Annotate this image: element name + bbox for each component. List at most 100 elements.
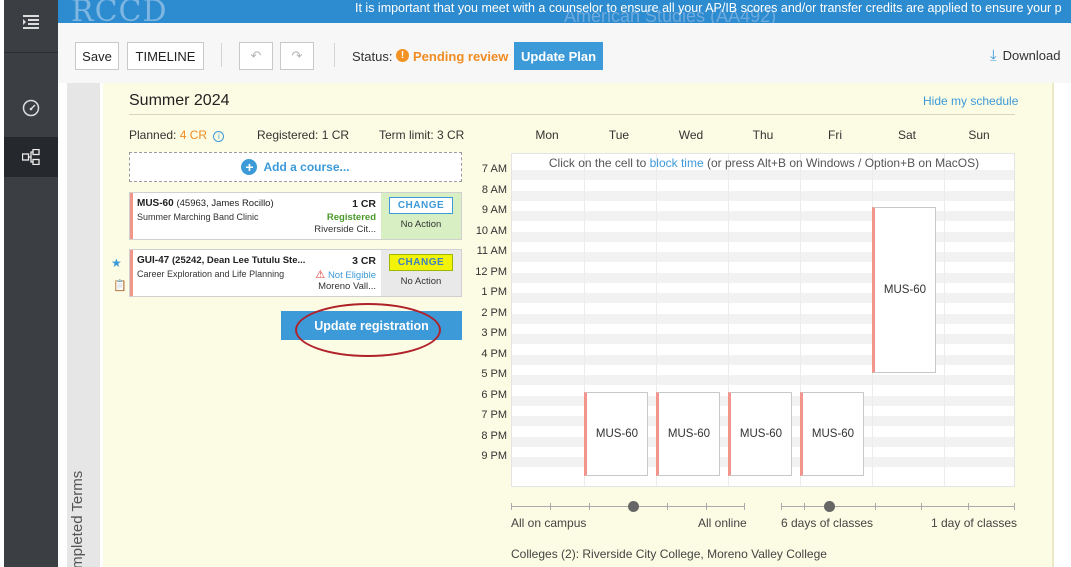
grid-row-shade xyxy=(512,334,1014,344)
course-credits: 3 CR xyxy=(352,255,376,267)
action-status: No Action xyxy=(400,219,442,230)
save-button[interactable]: Save xyxy=(75,42,119,70)
course-campus: Moreno Vall... xyxy=(318,281,376,292)
rail-divider xyxy=(4,52,58,53)
plus-icon: + xyxy=(241,159,258,175)
course-color-bar xyxy=(130,193,133,239)
hour-label: 8 AM xyxy=(481,183,507,196)
menu-list-icon[interactable] xyxy=(4,2,58,42)
grid-row-shade xyxy=(512,231,1014,242)
add-course-button[interactable]: + Add a course... xyxy=(129,152,462,182)
redo-icon: ↷ xyxy=(291,48,303,63)
day-header-sat: Sat xyxy=(897,128,916,142)
hour-label: 8 PM xyxy=(481,429,507,442)
slider-tick xyxy=(804,503,805,510)
course-action-area: CHANGE No Action xyxy=(381,193,461,239)
grid-row-shade xyxy=(512,375,1014,385)
change-button[interactable]: CHANGE xyxy=(389,197,453,214)
term-divider xyxy=(129,114,1015,115)
update-plan-button[interactable]: Update Plan xyxy=(514,42,603,70)
day-header-sun: Sun xyxy=(968,128,990,142)
grid-row-shade xyxy=(512,313,1014,324)
schedule-block[interactable]: MUS-60 xyxy=(656,391,720,476)
schedule-block[interactable]: MUS-60 xyxy=(800,391,864,476)
course-card[interactable]: MUS-60 (45963, James Rocillo) Summer Mar… xyxy=(129,192,462,240)
grid-row-shade xyxy=(512,354,1014,365)
schedule-block[interactable]: MUS-60 xyxy=(584,391,648,476)
course-detail: (25242, Dean Lee Tutulu Ste... xyxy=(172,255,306,266)
status-value: Pending review xyxy=(413,49,509,64)
planned-credits: Planned: 4 CR i xyxy=(129,128,225,142)
course-title: Summer Marching Band Clinic xyxy=(137,212,259,222)
registered-credits: Registered: 1 CR xyxy=(257,128,350,142)
star-icon[interactable]: ★ xyxy=(111,256,122,270)
hour-label: 5 PM xyxy=(481,368,507,380)
block-time-link[interactable]: block time xyxy=(650,156,704,170)
download-icon: ⤓ xyxy=(990,47,997,64)
planned-label: Planned: xyxy=(129,128,177,142)
app-root: RCCD American Studies (AA492) It is impo… xyxy=(0,0,1071,567)
slider-handle[interactable] xyxy=(628,501,639,512)
course-action-area: CHANGE No Action xyxy=(381,250,461,296)
hour-label: 7 AM xyxy=(481,163,507,175)
hour-label: 2 PM xyxy=(481,306,507,319)
download-label: Download xyxy=(1002,48,1061,63)
redo-button[interactable]: ↷ xyxy=(280,42,314,70)
schedule-block[interactable]: MUS-60 xyxy=(872,207,936,373)
hour-label: 9 PM xyxy=(481,450,507,462)
rccd-logo: RCCD xyxy=(71,0,168,23)
days-slider[interactable] xyxy=(781,501,1015,512)
timeline-button[interactable]: TIMELINE xyxy=(127,42,204,70)
plan-tree-icon[interactable] xyxy=(4,137,58,177)
course-campus: Riverside Cit... xyxy=(314,224,376,235)
info-icon[interactable]: i xyxy=(213,131,225,142)
slider-tick xyxy=(589,503,590,510)
completed-terms-tab[interactable]: Completed Terms xyxy=(67,83,100,567)
status-alert-icon: ! xyxy=(396,49,409,62)
eligibility-status: ⚠ Not Eligible xyxy=(315,268,376,281)
dashboard-gauge-icon[interactable] xyxy=(4,88,58,128)
colleges-summary: Colleges (2): Riverside City College, Mo… xyxy=(511,547,827,561)
day-header-tue: Tue xyxy=(608,128,630,142)
grid-column-line xyxy=(944,154,945,486)
completed-terms-label: Completed Terms xyxy=(69,470,86,567)
term-limit: Term limit: 3 CR xyxy=(379,128,465,142)
course-card[interactable]: GUI-47 (25242, Dean Lee Tutulu Ste... Ca… xyxy=(129,249,462,297)
schedule-grid[interactable]: Click on the cell to block time (or pres… xyxy=(511,153,1015,487)
plan-toolbar: Save TIMELINE ↶ ↷ Status: ! Pending revi… xyxy=(58,23,1071,83)
days-slider-min-label: 6 days of classes xyxy=(781,516,874,530)
schedule-block[interactable]: MUS-60 xyxy=(728,391,792,476)
announcement-banner: RCCD American Studies (AA492) It is impo… xyxy=(58,0,1071,23)
warning-icon: ⚠ xyxy=(315,269,326,281)
eligibility-text: Not Eligible xyxy=(327,270,376,281)
hint-suffix: (or press Alt+B on Windows / Option+B on… xyxy=(706,156,980,170)
hide-schedule-link[interactable]: Hide my schedule xyxy=(923,94,1018,108)
day-header-mon: Mon xyxy=(535,128,559,142)
toolbar-divider xyxy=(334,43,335,67)
campus-online-slider[interactable] xyxy=(511,501,745,512)
annotation-circle xyxy=(295,303,441,357)
day-header-thu: Thu xyxy=(752,128,774,142)
grid-row-shade xyxy=(512,190,1014,201)
hour-label: 1 PM xyxy=(481,286,507,298)
term-panel: Summer 2024 Hide my schedule Planned: 4 … xyxy=(103,83,1052,567)
course-detail: (45963, James Rocillo) xyxy=(176,198,274,209)
hint-prefix: Click on the cell to xyxy=(548,156,647,170)
slider-handle[interactable] xyxy=(824,501,835,512)
slider-tick xyxy=(781,503,782,510)
left-nav-rail xyxy=(4,0,58,567)
change-button[interactable]: CHANGE xyxy=(389,254,453,271)
status-label: Status: xyxy=(352,49,393,64)
toolbar-divider xyxy=(221,43,222,67)
banner-message: It is important that you meet with a cou… xyxy=(355,1,1062,15)
course-code-text: GUI-47 xyxy=(137,255,170,266)
undo-button[interactable]: ↶ xyxy=(239,42,273,70)
days-slider-max-label: 1 day of classes xyxy=(931,516,1018,530)
grid-row-shade xyxy=(512,252,1014,262)
planned-value: 4 CR xyxy=(179,128,208,142)
grid-row-shade xyxy=(512,293,1014,303)
clipboard-icon[interactable]: 📋 xyxy=(113,279,127,292)
download-button[interactable]: ⤓ Download xyxy=(990,47,1060,64)
term-title: Summer 2024 xyxy=(129,92,230,109)
registration-status: Registered xyxy=(326,212,376,223)
